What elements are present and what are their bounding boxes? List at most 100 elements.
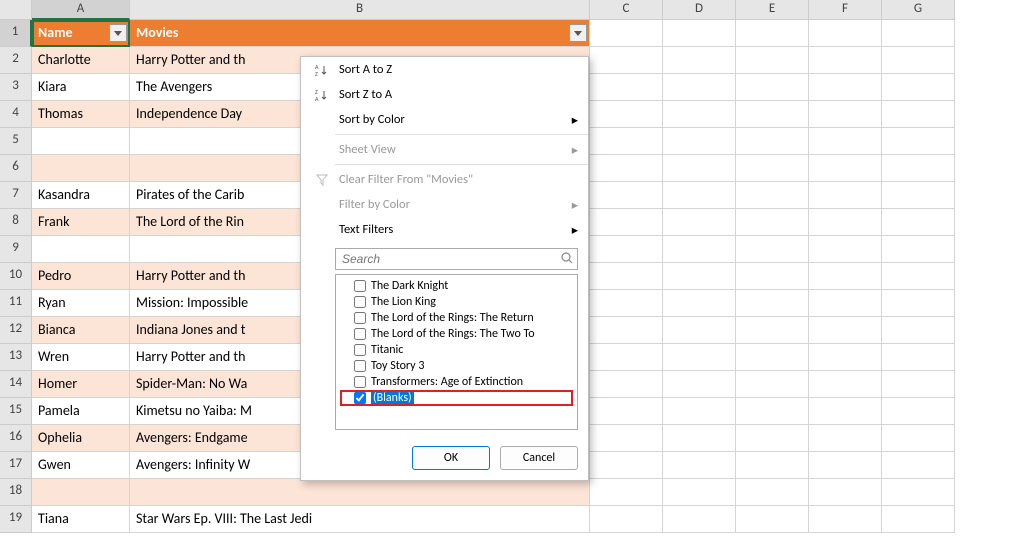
- cell-b18[interactable]: [130, 479, 590, 506]
- row-header-9[interactable]: 9: [0, 236, 32, 263]
- cell-c10[interactable]: [590, 263, 663, 290]
- cell-g19[interactable]: [882, 506, 955, 533]
- filter-item[interactable]: The Dark Knight: [336, 278, 577, 294]
- cell-d6[interactable]: [663, 155, 736, 182]
- cell-f9[interactable]: [809, 236, 882, 263]
- cell-g4[interactable]: [882, 101, 955, 128]
- filter-search-input[interactable]: [335, 248, 578, 270]
- cell-c9[interactable]: [590, 236, 663, 263]
- cell-g5[interactable]: [882, 128, 955, 155]
- cell-a10[interactable]: Pedro: [32, 263, 130, 290]
- cell-g14[interactable]: [882, 371, 955, 398]
- cell-e3[interactable]: [736, 74, 809, 101]
- sort-za-item[interactable]: ZA Sort Z to A: [301, 82, 588, 107]
- cell-e16[interactable]: [736, 425, 809, 452]
- filter-item-checkbox[interactable]: [354, 392, 366, 404]
- cell-f12[interactable]: [809, 317, 882, 344]
- cell-g9[interactable]: [882, 236, 955, 263]
- cell-a8[interactable]: Frank: [32, 209, 130, 236]
- filter-dropdown-button[interactable]: [569, 24, 587, 42]
- cell-a3[interactable]: Kiara: [32, 74, 130, 101]
- cell-a5[interactable]: [32, 128, 130, 155]
- cell-g11[interactable]: [882, 290, 955, 317]
- cell-c15[interactable]: [590, 398, 663, 425]
- cell-d1[interactable]: [663, 20, 736, 47]
- cell-d16[interactable]: [663, 425, 736, 452]
- row-header-16[interactable]: 16: [0, 425, 32, 452]
- row-header-6[interactable]: 6: [0, 155, 32, 182]
- cell-f2[interactable]: [809, 47, 882, 74]
- text-filters-item[interactable]: Text Filters ▸: [301, 217, 588, 242]
- cell-c4[interactable]: [590, 101, 663, 128]
- cell-g8[interactable]: [882, 209, 955, 236]
- cell-b1[interactable]: Movies: [130, 20, 590, 47]
- cell-f17[interactable]: [809, 452, 882, 479]
- cell-a14[interactable]: Homer: [32, 371, 130, 398]
- filter-item-checkbox[interactable]: [354, 280, 366, 292]
- row-header-19[interactable]: 19: [0, 506, 32, 533]
- cell-d3[interactable]: [663, 74, 736, 101]
- cell-g1[interactable]: [882, 20, 955, 47]
- cell-c14[interactable]: [590, 371, 663, 398]
- cell-f10[interactable]: [809, 263, 882, 290]
- sort-az-item[interactable]: AZ Sort A to Z: [301, 57, 588, 82]
- cell-f7[interactable]: [809, 182, 882, 209]
- cell-f14[interactable]: [809, 371, 882, 398]
- cell-c8[interactable]: [590, 209, 663, 236]
- cancel-button[interactable]: Cancel: [500, 446, 578, 470]
- cell-c11[interactable]: [590, 290, 663, 317]
- cell-c18[interactable]: [590, 479, 663, 506]
- cell-a13[interactable]: Wren: [32, 344, 130, 371]
- filter-item[interactable]: Titanic: [336, 342, 577, 358]
- cell-f16[interactable]: [809, 425, 882, 452]
- cell-e5[interactable]: [736, 128, 809, 155]
- cell-f19[interactable]: [809, 506, 882, 533]
- row-header-11[interactable]: 11: [0, 290, 32, 317]
- sort-by-color-item[interactable]: Sort by Color ▸: [301, 107, 588, 132]
- select-all-corner[interactable]: [0, 0, 32, 20]
- filter-item[interactable]: (Blanks): [340, 390, 573, 406]
- cell-d17[interactable]: [663, 452, 736, 479]
- cell-c13[interactable]: [590, 344, 663, 371]
- cell-g16[interactable]: [882, 425, 955, 452]
- cell-f13[interactable]: [809, 344, 882, 371]
- cell-e19[interactable]: [736, 506, 809, 533]
- cell-e15[interactable]: [736, 398, 809, 425]
- filter-item[interactable]: The Lion King: [336, 294, 577, 310]
- cell-e14[interactable]: [736, 371, 809, 398]
- row-header-1[interactable]: 1: [0, 20, 32, 47]
- row-header-4[interactable]: 4: [0, 101, 32, 128]
- cell-f5[interactable]: [809, 128, 882, 155]
- row-header-5[interactable]: 5: [0, 128, 32, 155]
- filter-item-checkbox[interactable]: [354, 328, 366, 340]
- cell-e11[interactable]: [736, 290, 809, 317]
- cell-a12[interactable]: Bianca: [32, 317, 130, 344]
- cell-e9[interactable]: [736, 236, 809, 263]
- cell-f11[interactable]: [809, 290, 882, 317]
- filter-dropdown-button[interactable]: [109, 24, 127, 42]
- cell-f1[interactable]: [809, 20, 882, 47]
- column-header-d[interactable]: D: [663, 0, 736, 20]
- cell-d8[interactable]: [663, 209, 736, 236]
- cell-a6[interactable]: [32, 155, 130, 182]
- cell-b19[interactable]: Star Wars Ep. VIII: The Last Jedi: [130, 506, 590, 533]
- cell-g3[interactable]: [882, 74, 955, 101]
- cell-f18[interactable]: [809, 479, 882, 506]
- cell-g7[interactable]: [882, 182, 955, 209]
- cell-c6[interactable]: [590, 155, 663, 182]
- column-header-a[interactable]: A: [32, 0, 130, 20]
- filter-item-checkbox[interactable]: [354, 360, 366, 372]
- filter-item[interactable]: The Lord of the Rings: The Return: [336, 310, 577, 326]
- cell-d15[interactable]: [663, 398, 736, 425]
- cell-f3[interactable]: [809, 74, 882, 101]
- cell-d11[interactable]: [663, 290, 736, 317]
- cell-f15[interactable]: [809, 398, 882, 425]
- column-header-c[interactable]: C: [590, 0, 663, 20]
- cell-d14[interactable]: [663, 371, 736, 398]
- cell-a1[interactable]: Name: [32, 20, 130, 47]
- cell-c17[interactable]: [590, 452, 663, 479]
- cell-d2[interactable]: [663, 47, 736, 74]
- cell-e6[interactable]: [736, 155, 809, 182]
- cell-a15[interactable]: Pamela: [32, 398, 130, 425]
- row-header-13[interactable]: 13: [0, 344, 32, 371]
